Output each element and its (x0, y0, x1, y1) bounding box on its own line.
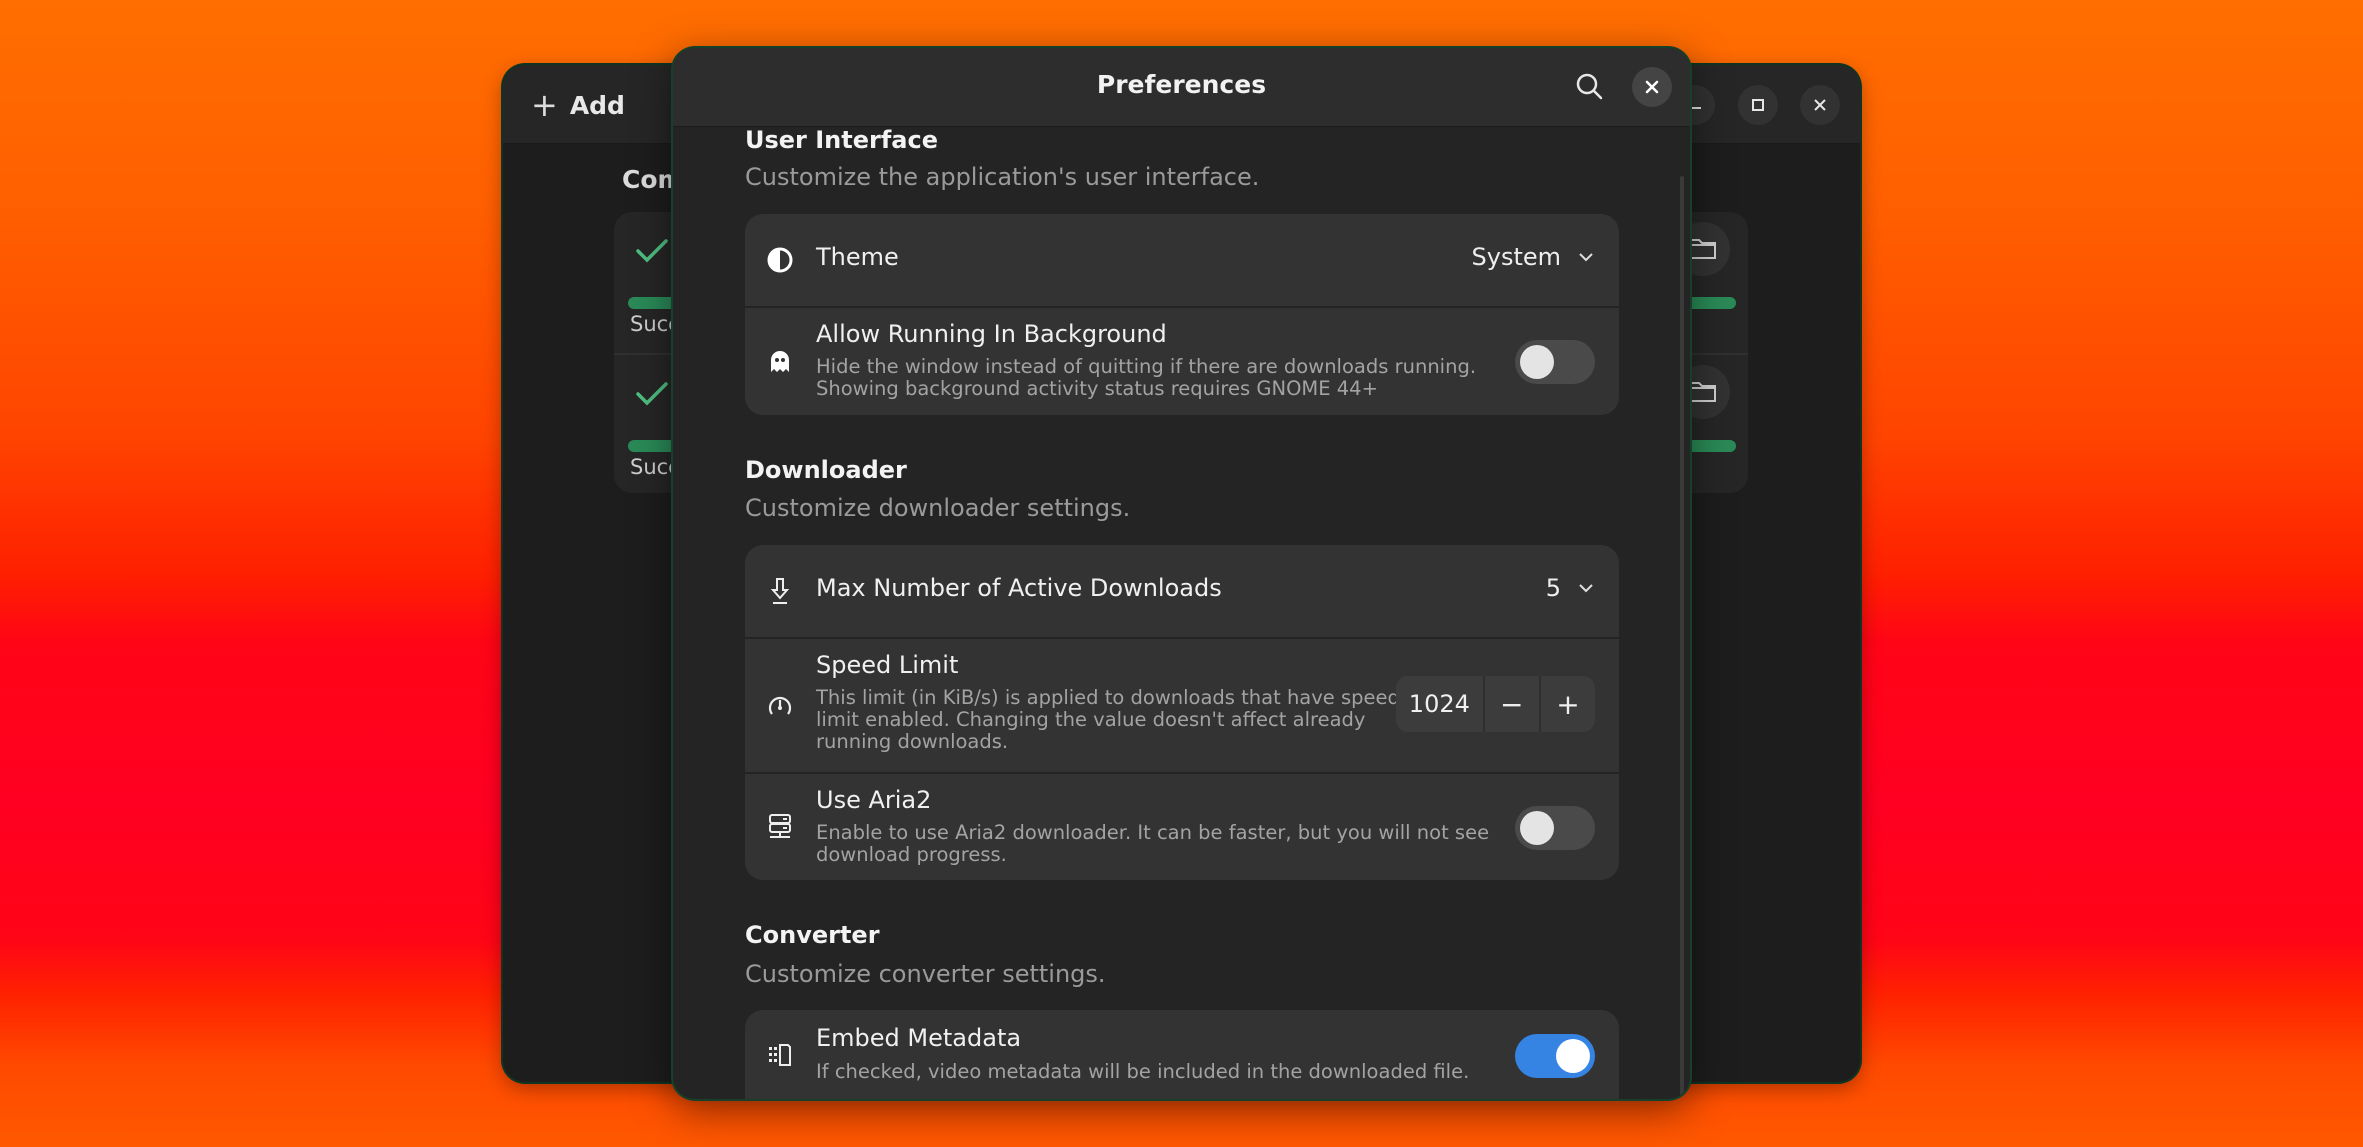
max-downloads-value: 5 (1545, 574, 1561, 602)
use-aria2-row[interactable]: Use Aria2 Enable to use Aria2 downloader… (745, 772, 1619, 880)
maximize-icon (1752, 99, 1764, 111)
dialog-header: Preferences (673, 48, 1690, 127)
plus-icon: + (531, 86, 558, 124)
theme-label: Theme (816, 243, 899, 271)
increment-button[interactable]: + (1538, 676, 1595, 732)
chevron-down-icon (1579, 584, 1593, 593)
group-subtitle-converter: Customize converter settings. (745, 960, 1106, 988)
speed-limit-input[interactable]: 1024 (1396, 676, 1483, 732)
add-button-label: Add (569, 90, 625, 120)
switch-knob (1520, 811, 1554, 845)
user-interface-card: Theme System Allow Running In Background… (745, 214, 1619, 415)
close-icon (1814, 99, 1826, 111)
checkmark-icon (636, 239, 668, 263)
download-icon (765, 576, 795, 606)
switch-knob (1520, 345, 1554, 379)
search-icon[interactable] (1574, 71, 1606, 103)
group-title-user-interface: User Interface (745, 126, 938, 154)
switch-knob (1556, 1039, 1590, 1073)
max-downloads-row[interactable]: Max Number of Active Downloads 5 (745, 545, 1619, 637)
speed-limit-spinbutton: 1024 − + (1396, 676, 1595, 732)
folder-icon (1690, 382, 1716, 402)
max-downloads-label: Max Number of Active Downloads (816, 574, 1222, 602)
maximize-button[interactable] (1738, 85, 1778, 125)
embed-metadata-description: If checked, video metadata will be inclu… (816, 1060, 1470, 1083)
embed-metadata-label: Embed Metadata (816, 1024, 1022, 1052)
theme-row[interactable]: Theme System (745, 214, 1619, 306)
checkmark-icon (636, 382, 668, 406)
converter-card: Embed Metadata If checked, video metadat… (745, 1010, 1619, 1099)
speed-limit-label: Speed Limit (816, 651, 959, 679)
embed-metadata-switch[interactable] (1515, 1034, 1595, 1078)
metadata-icon (765, 1040, 795, 1070)
use-aria2-label: Use Aria2 (816, 786, 932, 814)
speedometer-icon (765, 691, 795, 721)
downloader-card: Max Number of Active Downloads 5 Speed L… (745, 545, 1619, 880)
max-downloads-dropdown[interactable]: 5 (1546, 574, 1595, 602)
window-close-button[interactable] (1800, 85, 1840, 125)
decrement-button[interactable]: − (1482, 676, 1539, 732)
embed-metadata-row[interactable]: Embed Metadata If checked, video metadat… (745, 1010, 1619, 1099)
dialog-title: Preferences (1096, 70, 1267, 99)
speed-limit-description: This limit (in KiB/s) is applied to down… (816, 686, 1400, 753)
allow-background-switch[interactable] (1515, 340, 1595, 384)
allow-background-description: Hide the window instead of quitting if t… (816, 355, 1477, 400)
group-title-converter: Converter (745, 921, 880, 949)
speed-limit-row: Speed Limit This limit (in KiB/s) is app… (745, 637, 1619, 774)
use-aria2-switch[interactable] (1515, 806, 1595, 850)
theme-icon (765, 245, 795, 275)
group-subtitle-downloader: Customize downloader settings. (745, 494, 1131, 522)
dialog-close-button[interactable] (1632, 67, 1672, 107)
folder-icon (1690, 239, 1716, 259)
chevron-down-icon (1579, 253, 1593, 262)
theme-dropdown-value: System (1471, 243, 1562, 271)
close-icon (1645, 80, 1659, 94)
group-subtitle-user-interface: Customize the application's user interfa… (745, 163, 1260, 191)
add-button[interactable]: + Add (531, 85, 625, 125)
theme-dropdown[interactable]: System (1472, 243, 1596, 271)
allow-background-label: Allow Running In Background (816, 320, 1167, 348)
allow-background-row[interactable]: Allow Running In Background Hide the win… (745, 306, 1619, 415)
preferences-dialog: Preferences User Interface Customize the… (673, 48, 1690, 1099)
server-icon (765, 811, 795, 841)
ghost-icon (765, 346, 795, 376)
scrollbar[interactable] (1680, 176, 1684, 1096)
use-aria2-description: Enable to use Aria2 downloader. It can b… (816, 821, 1490, 866)
group-title-downloader: Downloader (745, 456, 907, 484)
